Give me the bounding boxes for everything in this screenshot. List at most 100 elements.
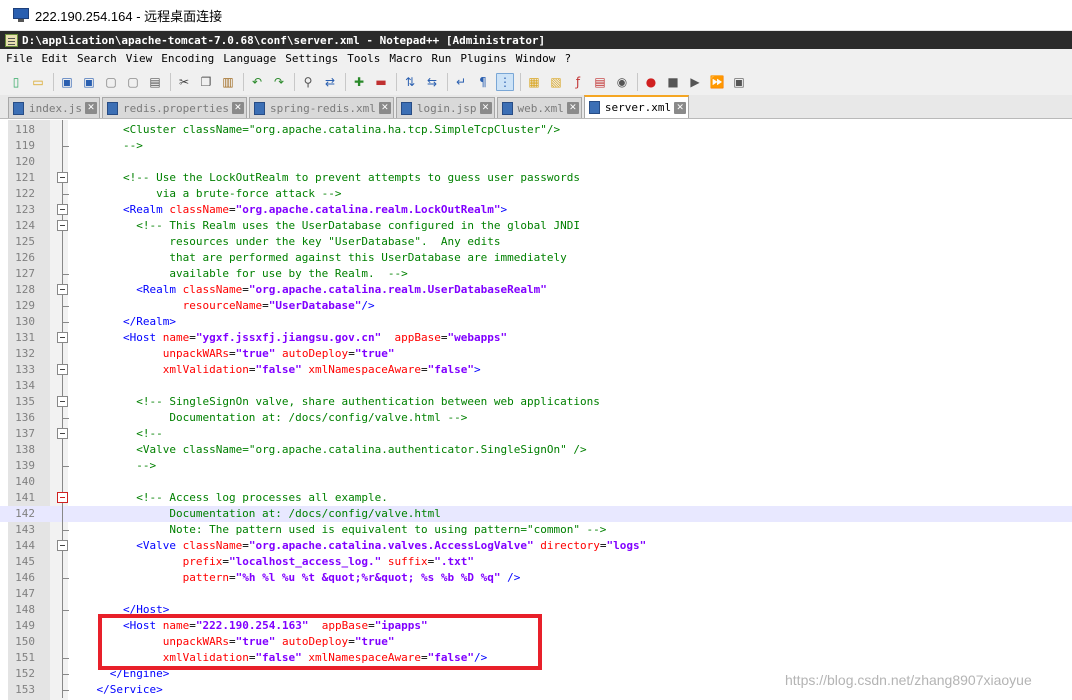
tab-close-icon[interactable]: ✕: [566, 102, 579, 114]
menu-macro[interactable]: Macro: [389, 52, 422, 65]
code-line[interactable]: 123 <Realm className="org.apache.catalin…: [0, 202, 1072, 218]
monitor-icon[interactable]: ◉: [613, 73, 631, 91]
copy-icon[interactable]: ❐: [197, 73, 215, 91]
code-line[interactable]: 122 via a brute-force attack -->: [0, 186, 1072, 202]
menu-window[interactable]: Window: [516, 52, 556, 65]
tab-index-js[interactable]: index.js ✕: [8, 97, 100, 118]
wrap-icon[interactable]: ↵: [452, 73, 470, 91]
menu-file[interactable]: File: [6, 52, 33, 65]
code-line[interactable]: 137 <!--: [0, 426, 1072, 442]
function-list-icon[interactable]: ƒ: [569, 73, 587, 91]
tab-close-icon[interactable]: ✕: [674, 101, 687, 114]
fold-toggle-icon[interactable]: [57, 220, 68, 231]
fold-toggle-icon[interactable]: [57, 364, 68, 375]
code-line[interactable]: 129 resourceName="UserDatabase"/>: [0, 298, 1072, 314]
menu-help[interactable]: ?: [564, 52, 571, 65]
find-icon[interactable]: ⚲: [299, 73, 317, 91]
code-line[interactable]: 141 <!-- Access log processes all exampl…: [0, 490, 1072, 506]
save-all-icon[interactable]: ▣: [80, 73, 98, 91]
udl-icon[interactable]: ▦: [525, 73, 543, 91]
play-icon[interactable]: ▶: [686, 73, 704, 91]
run-multiple-icon[interactable]: ⏩: [708, 73, 726, 91]
tab-login-jsp[interactable]: login.jsp ✕: [395, 97, 495, 118]
fold-toggle-icon[interactable]: [57, 172, 68, 183]
code-line[interactable]: 134: [0, 378, 1072, 394]
record-icon[interactable]: ●: [642, 73, 660, 91]
code-line[interactable]: 127 available for use by the Realm. -->: [0, 266, 1072, 282]
menu-plugins[interactable]: Plugins: [460, 52, 506, 65]
tab-spring-redis-xml[interactable]: spring-redis.xml ✕: [248, 97, 394, 118]
menu-tools[interactable]: Tools: [347, 52, 380, 65]
code-line[interactable]: 138 <Valve className="org.apache.catalin…: [0, 442, 1072, 458]
code-line[interactable]: 146 pattern="%h %l %u %t &quot;%r&quot; …: [0, 570, 1072, 586]
fold-toggle-icon[interactable]: [57, 204, 68, 215]
folder-workspace-icon[interactable]: ▤: [591, 73, 609, 91]
stop-icon[interactable]: ■: [664, 73, 682, 91]
code-line[interactable]: 142 Documentation at: /docs/config/valve…: [0, 506, 1072, 522]
code-line[interactable]: 125 resources under the key "UserDatabas…: [0, 234, 1072, 250]
code-line[interactable]: 130 </Realm>: [0, 314, 1072, 330]
redo-icon[interactable]: ↷: [270, 73, 288, 91]
code-line[interactable]: 144 <Valve className="org.apache.catalin…: [0, 538, 1072, 554]
code-editor[interactable]: 118 <Cluster className="org.apache.catal…: [0, 120, 1072, 700]
code-line[interactable]: 126 that are performed against this User…: [0, 250, 1072, 266]
cut-icon[interactable]: ✂: [175, 73, 193, 91]
tab-close-icon[interactable]: ✕: [84, 102, 97, 114]
zoom-out-icon[interactable]: ▬: [372, 73, 390, 91]
tab-close-icon[interactable]: ✕: [479, 102, 492, 114]
code-text: unpackWARs="true" autoDeploy="true": [70, 346, 395, 362]
code-line[interactable]: 131 <Host name="ygxf.jssxfj.jiangsu.gov.…: [0, 330, 1072, 346]
code-line[interactable]: 147: [0, 586, 1072, 602]
code-line[interactable]: 128 <Realm className="org.apache.catalin…: [0, 282, 1072, 298]
save-macro-icon[interactable]: ▣: [730, 73, 748, 91]
menu-run[interactable]: Run: [431, 52, 451, 65]
tab-server-xml[interactable]: server.xml ✕: [583, 95, 690, 118]
all-chars-icon[interactable]: ¶: [474, 73, 492, 91]
menu-settings[interactable]: Settings: [285, 52, 338, 65]
tab-redis-properties[interactable]: redis.properties ✕: [101, 97, 247, 118]
menu-encoding[interactable]: Encoding: [161, 52, 214, 65]
replace-icon[interactable]: ⇄: [321, 73, 339, 91]
undo-icon[interactable]: ↶: [248, 73, 266, 91]
menu-language[interactable]: Language: [223, 52, 276, 65]
code-line[interactable]: 133 xmlValidation="false" xmlNamespaceAw…: [0, 362, 1072, 378]
code-line[interactable]: 121 <!-- Use the LockOutRealm to prevent…: [0, 170, 1072, 186]
code-line[interactable]: 143 Note: The pattern used is equivalent…: [0, 522, 1072, 538]
sync-h-icon[interactable]: ⇆: [423, 73, 441, 91]
close-all-icon[interactable]: ▢: [124, 73, 142, 91]
paste-icon[interactable]: ▥: [219, 73, 237, 91]
print-icon[interactable]: ▤: [146, 73, 164, 91]
menu-edit[interactable]: Edit: [42, 52, 69, 65]
code-line[interactable]: 118 <Cluster className="org.apache.catal…: [0, 122, 1072, 138]
tab-web-xml[interactable]: web.xml ✕: [496, 97, 582, 118]
new-icon[interactable]: ▯: [7, 73, 25, 91]
open-icon[interactable]: ▭: [29, 73, 47, 91]
doc-map-icon[interactable]: ▧: [547, 73, 565, 91]
code-line[interactable]: 140: [0, 474, 1072, 490]
code-line[interactable]: 119 -->: [0, 138, 1072, 154]
tab-close-icon[interactable]: ✕: [231, 102, 244, 114]
code-token: <Realm: [122, 203, 170, 216]
close-icon[interactable]: ▢: [102, 73, 120, 91]
code-line[interactable]: 132 unpackWARs="true" autoDeploy="true": [0, 346, 1072, 362]
code-line[interactable]: 120: [0, 154, 1072, 170]
code-line[interactable]: 136 Documentation at: /docs/config/valve…: [0, 410, 1072, 426]
fold-toggle-icon[interactable]: [57, 396, 68, 407]
fold-toggle-icon[interactable]: [57, 492, 68, 503]
line-number: 129: [15, 299, 35, 312]
fold-toggle-icon[interactable]: [57, 540, 68, 551]
save-icon[interactable]: ▣: [58, 73, 76, 91]
menu-search[interactable]: Search: [77, 52, 117, 65]
fold-toggle-icon[interactable]: [57, 284, 68, 295]
code-line[interactable]: 124 <!-- This Realm uses the UserDatabas…: [0, 218, 1072, 234]
code-line[interactable]: 145 prefix="localhost_access_log." suffi…: [0, 554, 1072, 570]
zoom-in-icon[interactable]: ✚: [350, 73, 368, 91]
sync-v-icon[interactable]: ⇅: [401, 73, 419, 91]
indent-guide-icon[interactable]: ⋮: [496, 72, 514, 91]
tab-close-icon[interactable]: ✕: [378, 102, 391, 114]
code-line[interactable]: 139 -->: [0, 458, 1072, 474]
menu-view[interactable]: View: [126, 52, 153, 65]
fold-toggle-icon[interactable]: [57, 332, 68, 343]
code-line[interactable]: 135 <!-- SingleSignOn valve, share authe…: [0, 394, 1072, 410]
fold-toggle-icon[interactable]: [57, 428, 68, 439]
